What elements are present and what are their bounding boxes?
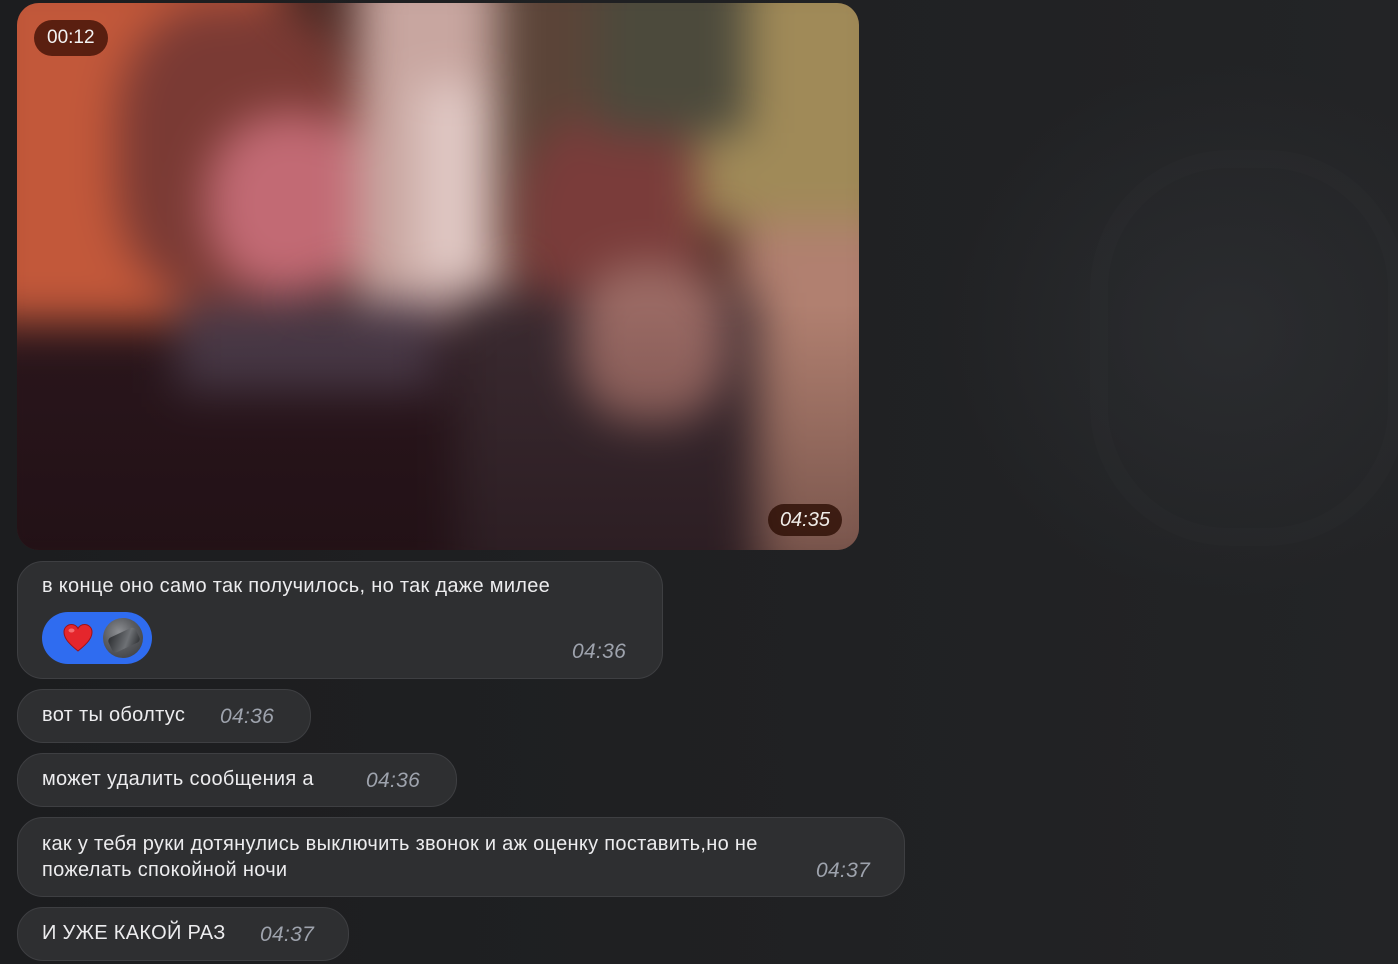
- message-text: как у тебя руки дотянулись выключить зво…: [42, 833, 758, 881]
- message-timestamp: 04:36: [366, 769, 421, 792]
- message-bubble[interactable]: в конце оно само так получилось, но так …: [17, 561, 663, 679]
- heart-icon: [63, 623, 93, 652]
- avatar-image: [107, 626, 141, 654]
- message-bubble[interactable]: может удалить сообщения а 04:36: [17, 753, 457, 807]
- message-timestamp: 04:36: [220, 705, 275, 728]
- message-timestamp: 04:37: [816, 859, 871, 882]
- message-text: вот ты оболтус: [42, 704, 186, 726]
- reactor-avatar: [103, 618, 143, 658]
- video-duration-badge: 00:12: [34, 20, 108, 56]
- message-bubble[interactable]: И УЖЕ КАКОЙ РАЗ 04:37: [17, 907, 349, 961]
- message-timestamp: 04:35: [767, 504, 842, 536]
- message-timestamp: 04:37: [260, 923, 315, 946]
- message-text: может удалить сообщения а: [42, 768, 314, 790]
- message-text: И УЖЕ КАКОЙ РАЗ: [42, 922, 226, 944]
- video-shade: [17, 3, 859, 550]
- message-timestamp: 04:36: [572, 640, 627, 663]
- background-pattern: [1090, 150, 1398, 546]
- message-bubble[interactable]: вот ты оболтус 04:36: [17, 689, 311, 743]
- message-text: в конце оно само так получилось, но так …: [42, 575, 551, 597]
- reaction-chip[interactable]: [42, 612, 152, 664]
- message-bubble[interactable]: как у тебя руки дотянулись выключить зво…: [17, 817, 905, 897]
- video-message[interactable]: 00:12 04:35: [17, 3, 859, 550]
